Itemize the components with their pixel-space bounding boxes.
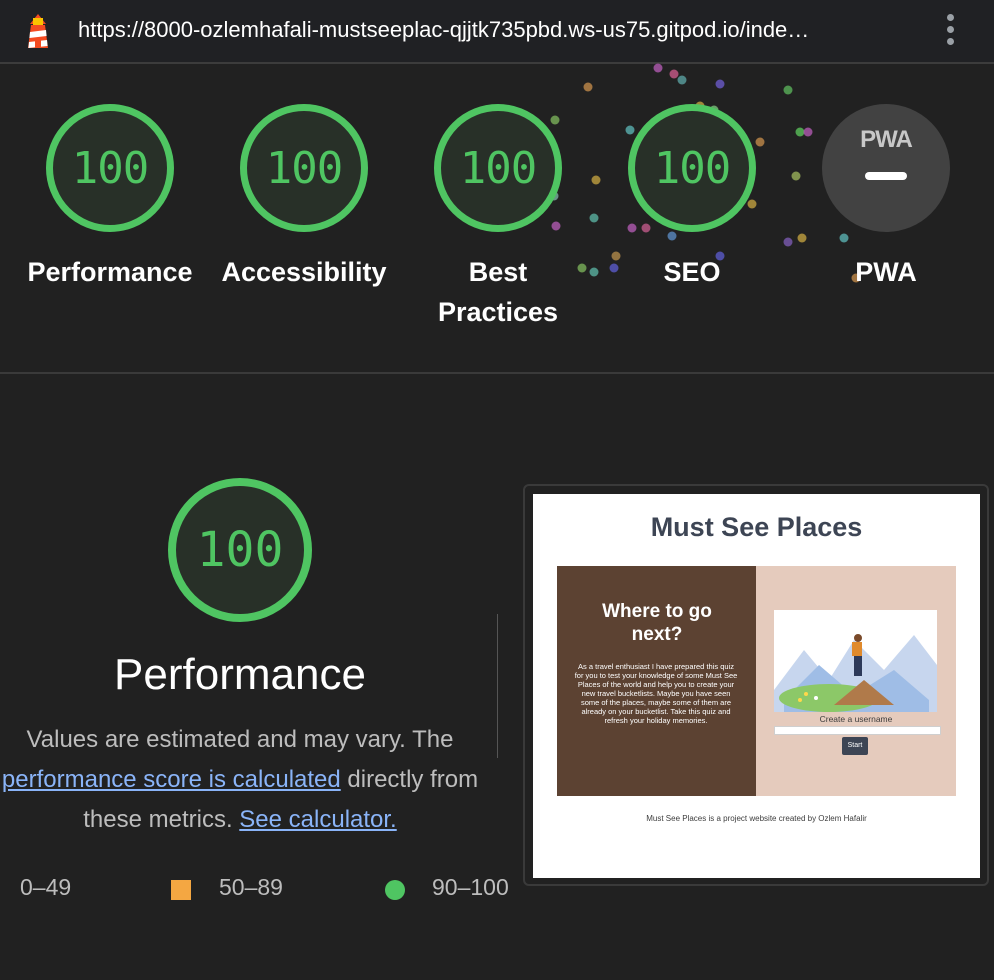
pwa-badge-icon: PWA — [860, 126, 913, 153]
score-seo: 100 — [653, 142, 731, 194]
start-button[interactable]: Start — [842, 737, 868, 755]
intro-panel: Where to go next? As a travel enthusiast… — [557, 566, 756, 796]
score-calculated-link[interactable]: performance score is calculated — [2, 766, 341, 793]
confetti-dot — [577, 263, 587, 273]
pwa-dash-icon — [865, 172, 907, 180]
confetti-dot — [755, 137, 765, 147]
final-screenshot[interactable]: Must See Places Where to go next? As a t… — [533, 494, 980, 878]
confetti-dot — [669, 69, 679, 79]
confetti-dot — [589, 213, 599, 223]
confetti-dot — [839, 233, 849, 243]
confetti-dot — [797, 233, 807, 243]
gauge-best-practices[interactable]: 100 — [434, 104, 562, 232]
label-accessibility: Accessibility — [221, 257, 387, 287]
confetti-dot — [783, 237, 793, 247]
performance-main-gauge: 100 — [168, 478, 312, 622]
site-title: Must See Places — [650, 512, 863, 542]
confetti-dot — [795, 127, 805, 137]
label-performance: Performance — [27, 257, 193, 287]
section-divider — [0, 372, 994, 374]
label-best-practices: Best Practices — [437, 257, 559, 327]
vertical-divider — [497, 614, 498, 758]
gauge-performance[interactable]: 100 — [46, 104, 174, 232]
browser-toolbar: https://8000-ozlemhafali-mustseeplac-qjj… — [0, 0, 994, 64]
confetti-dot — [803, 127, 813, 137]
legend-average-label: 50–89 — [219, 874, 283, 900]
site-footer: Must See Places is a project website cre… — [646, 814, 867, 823]
start-panel: Create a username Start — [756, 566, 956, 796]
url-bar[interactable]: https://8000-ozlemhafali-mustseeplac-qjj… — [78, 17, 908, 43]
confetti-dot — [667, 231, 677, 241]
legend-fail-label: 0–49 — [20, 874, 72, 900]
legend-pass-label: 90–100 — [432, 874, 509, 900]
performance-title: Performance — [114, 650, 366, 699]
lighthouse-icon — [28, 14, 48, 48]
score-performance: 100 — [71, 142, 149, 194]
confetti-dot — [783, 85, 793, 95]
confetti-dot — [625, 125, 635, 135]
gauge-accessibility[interactable]: 100 — [240, 104, 368, 232]
intro-paragraph: As a travel enthusiast I have prepared t… — [574, 662, 738, 725]
performance-description: Values are estimated and may vary. The p… — [0, 720, 494, 840]
confetti-dot — [715, 79, 725, 89]
confetti-dot — [591, 175, 601, 185]
label-pwa: PWA — [855, 257, 917, 287]
intro-heading: Where to go next? — [602, 601, 712, 645]
confetti-dot — [583, 82, 593, 92]
hiker-image-icon — [774, 634, 937, 712]
desc-text-1: Values are estimated and may vary. The — [26, 726, 454, 753]
kebab-menu-icon[interactable] — [940, 14, 960, 48]
score-accessibility: 100 — [265, 142, 343, 194]
confetti-dot — [791, 171, 801, 181]
gauge-pwa[interactable]: PWA — [822, 104, 950, 232]
score-best-practices: 100 — [459, 142, 537, 194]
label-seo: SEO — [663, 257, 721, 287]
average-square-icon — [171, 880, 191, 900]
performance-main-score: 100 — [196, 522, 284, 578]
gauge-seo[interactable]: 100 — [628, 104, 756, 232]
username-label: Create a username — [819, 714, 893, 724]
see-calculator-link[interactable]: See calculator. — [239, 806, 396, 833]
confetti-dot — [653, 63, 663, 73]
pass-circle-icon — [385, 880, 405, 900]
username-input[interactable] — [774, 726, 941, 735]
confetti-dot — [677, 75, 687, 85]
hiker-illustration — [774, 610, 937, 712]
